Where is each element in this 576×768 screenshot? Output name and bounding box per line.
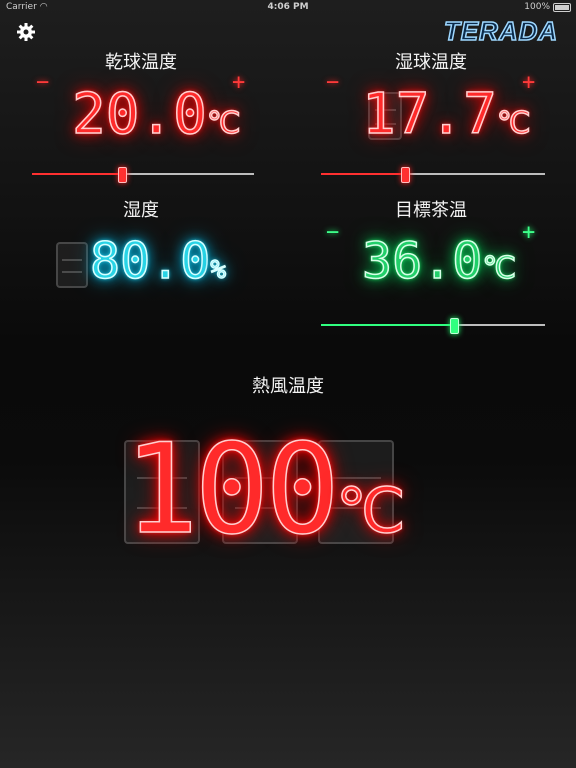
humidity-unit: % (210, 254, 227, 286)
dry-bulb-value: 20.0 (71, 81, 207, 148)
humidity-ghost-digit (56, 242, 88, 288)
dry-bulb-value-display: 20.0℃ (71, 81, 241, 148)
wet-bulb-value: 17.7 (361, 81, 497, 148)
wet-bulb-slider-fill (321, 173, 404, 175)
hot-air-label: 熱風温度 (252, 376, 324, 397)
target-tea-slider-thumb[interactable] (450, 318, 460, 334)
target-tea-value-display: 36.0℃ (361, 231, 517, 291)
wet-bulb-label: 湿球温度 (395, 52, 467, 73)
hot-air-value-display: 100℃ (123, 417, 406, 563)
status-time: 4:06 PM (267, 2, 309, 12)
hot-air-unit: ℃ (335, 473, 406, 548)
dry-bulb-slider-fill (32, 173, 121, 175)
humidity-label: 湿度 (123, 200, 159, 221)
wet-bulb-slider-thumb[interactable] (400, 167, 410, 183)
hot-air-value: 100 (123, 417, 340, 563)
wet-bulb-minus-button[interactable]: − (326, 72, 339, 94)
target-tea-plus-button[interactable]: + (522, 222, 535, 244)
dry-bulb-minus-button[interactable]: − (36, 72, 49, 94)
dry-bulb-label: 乾球温度 (105, 52, 177, 73)
dry-bulb-slider-thumb[interactable] (117, 167, 127, 183)
battery-percent: 100% (524, 2, 550, 12)
target-tea-minus-button[interactable]: − (326, 222, 339, 244)
battery-icon (553, 3, 571, 12)
target-tea-value: 36.0 (361, 231, 483, 291)
target-tea-unit: ℃ (482, 250, 517, 287)
humidity-value: 80.0 (89, 231, 211, 291)
target-tea-slider[interactable] (321, 318, 545, 334)
target-tea-label: 目標茶温 (395, 200, 467, 221)
humidity-value-display: 80.0% (89, 231, 227, 291)
wet-bulb-slider[interactable] (321, 167, 545, 183)
settings-gear-icon[interactable] (16, 22, 36, 42)
terada-logo: TERADA (436, 14, 566, 48)
dry-bulb-unit: ℃ (206, 105, 241, 142)
logo-text: TERADA (444, 16, 558, 46)
wet-bulb-value-display: 17.7℃ (361, 81, 531, 148)
dry-bulb-slider[interactable] (32, 167, 254, 183)
target-tea-slider-fill (321, 324, 454, 326)
wet-bulb-unit: ℃ (496, 105, 531, 142)
